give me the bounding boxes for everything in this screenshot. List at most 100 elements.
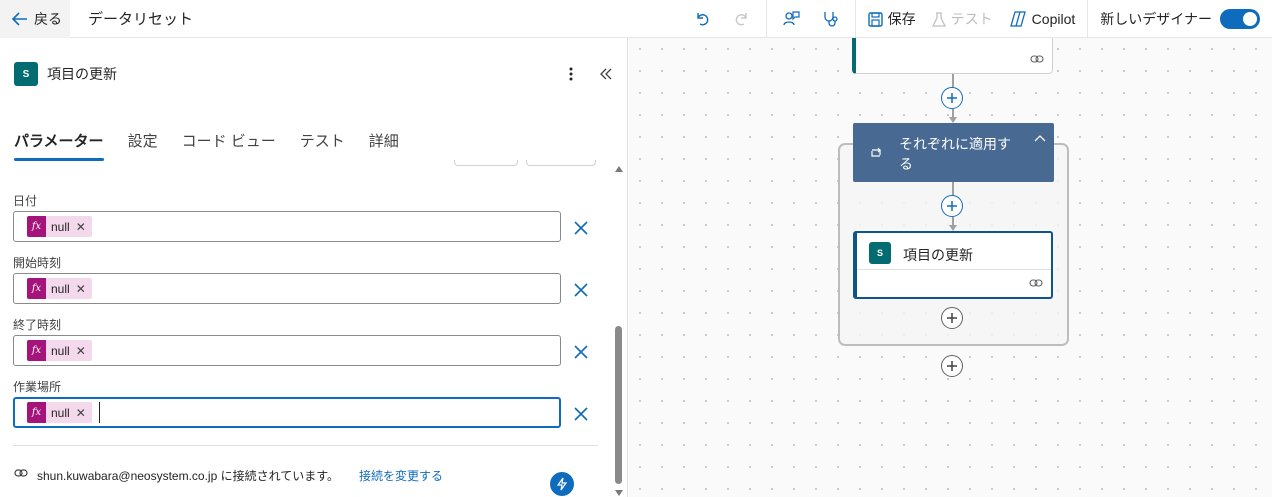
collapse-panel-icon[interactable] bbox=[596, 64, 616, 84]
previous-action-card[interactable] bbox=[852, 38, 1053, 74]
action-details-panel: S 項目の更新 パラメーター 設定 コード ビュー テスト 詳細 日付 fx n… bbox=[0, 38, 628, 497]
field-label-start-time: 開始時刻 bbox=[13, 256, 62, 270]
beaker-icon bbox=[931, 11, 946, 27]
scroll-down-arrow[interactable] bbox=[615, 490, 623, 496]
plus-icon bbox=[947, 201, 957, 211]
loop-icon bbox=[871, 147, 881, 157]
remove-token-icon[interactable]: ✕ bbox=[76, 282, 86, 296]
footer-divider bbox=[13, 445, 598, 446]
token-value: null bbox=[51, 281, 70, 296]
start-time-input[interactable]: fx null ✕ bbox=[13, 273, 561, 304]
remove-token-icon[interactable]: ✕ bbox=[76, 220, 86, 234]
expression-token[interactable]: fx null ✕ bbox=[27, 402, 92, 423]
work-location-input[interactable]: fx null ✕ bbox=[13, 397, 561, 428]
back-button[interactable]: 戻る bbox=[0, 0, 70, 38]
redo-button[interactable] bbox=[722, 0, 762, 38]
flow-checker-button[interactable] bbox=[771, 0, 811, 38]
tab-details[interactable]: 詳細 bbox=[369, 130, 399, 161]
back-label: 戻る bbox=[34, 10, 62, 27]
panel-scrollbar[interactable] bbox=[612, 162, 626, 497]
close-icon bbox=[574, 345, 588, 359]
stethoscope-icon bbox=[824, 12, 838, 27]
plus-icon bbox=[947, 93, 957, 103]
test-label: テスト bbox=[950, 11, 993, 27]
arrow-left-icon bbox=[12, 11, 27, 26]
expression-token[interactable]: fx null ✕ bbox=[27, 278, 92, 299]
end-time-input[interactable]: fx null ✕ bbox=[13, 335, 561, 366]
card-divider bbox=[857, 269, 1051, 270]
close-icon bbox=[574, 283, 588, 297]
copilot-icon bbox=[1009, 11, 1026, 27]
scroll-up-arrow[interactable] bbox=[615, 166, 623, 172]
tab-parameters[interactable]: パラメーター bbox=[14, 130, 104, 161]
top-bar: 戻る データリセット 保存 テスト Copilot 新しいデザイナー bbox=[0, 0, 1272, 38]
partially-scrolled-button[interactable] bbox=[526, 160, 596, 166]
remove-token-icon[interactable]: ✕ bbox=[76, 344, 86, 358]
connection-status: shun.kuwabara@neosystem.co.jp に接続されています。 bbox=[37, 469, 340, 483]
fx-icon: fx bbox=[27, 340, 46, 361]
new-designer-label: 新しいデザイナー bbox=[1100, 11, 1212, 27]
tab-settings[interactable]: 設定 bbox=[128, 130, 158, 161]
sharepoint-icon: S bbox=[869, 242, 891, 264]
save-label: 保存 bbox=[887, 11, 916, 27]
more-options-icon[interactable] bbox=[563, 64, 579, 84]
panel-header: S 項目の更新 bbox=[14, 62, 117, 86]
panel-title: 項目の更新 bbox=[47, 66, 117, 82]
person-feedback-icon bbox=[783, 11, 800, 26]
add-step-in-loop-button[interactable] bbox=[941, 195, 963, 217]
token-value: null bbox=[51, 343, 70, 358]
expression-token[interactable]: fx null ✕ bbox=[27, 216, 92, 237]
add-step-button[interactable] bbox=[941, 87, 963, 109]
clear-field-button[interactable] bbox=[571, 342, 591, 362]
foreach-action-card[interactable]: それぞれに適用する bbox=[853, 123, 1054, 182]
test-button[interactable]: テスト bbox=[924, 0, 1001, 38]
text-caret bbox=[98, 402, 100, 423]
flow-canvas[interactable]: それぞれに適用する S 項目の更新 bbox=[629, 38, 1272, 497]
add-step-in-loop-button[interactable] bbox=[941, 307, 963, 329]
clear-field-button[interactable] bbox=[571, 218, 591, 238]
partially-scrolled-button[interactable] bbox=[454, 160, 518, 166]
save-button[interactable]: 保存 bbox=[860, 0, 924, 38]
close-icon bbox=[574, 407, 588, 421]
plus-icon bbox=[947, 313, 957, 323]
expression-token[interactable]: fx null ✕ bbox=[27, 340, 92, 361]
tab-testing[interactable]: テスト bbox=[300, 130, 345, 161]
undo-button[interactable] bbox=[682, 0, 722, 38]
toolbar-separator bbox=[854, 0, 856, 38]
remove-token-icon[interactable]: ✕ bbox=[76, 406, 86, 420]
redo-icon bbox=[735, 13, 747, 26]
token-value: null bbox=[51, 405, 70, 420]
toolbar-separator bbox=[765, 0, 767, 38]
field-label-date: 日付 bbox=[13, 194, 38, 208]
clear-field-button[interactable] bbox=[571, 404, 591, 424]
flow-connector bbox=[952, 182, 954, 196]
fx-icon: fx bbox=[27, 216, 46, 237]
quick-action-button[interactable] bbox=[550, 472, 574, 496]
panel-tabs: パラメーター 設定 コード ビュー テスト 詳細 bbox=[14, 130, 423, 161]
change-connection-link[interactable]: 接続を変更する bbox=[359, 467, 443, 484]
tab-code-view[interactable]: コード ビュー bbox=[182, 130, 276, 161]
fx-icon: fx bbox=[27, 402, 46, 423]
clear-field-button[interactable] bbox=[571, 280, 591, 300]
link-icon bbox=[14, 467, 28, 482]
copilot-button[interactable]: Copilot bbox=[1001, 0, 1084, 38]
undo-icon bbox=[696, 13, 709, 26]
flow-connector bbox=[952, 74, 954, 88]
health-check-button[interactable] bbox=[811, 0, 851, 38]
copilot-label: Copilot bbox=[1031, 11, 1076, 27]
plus-icon bbox=[947, 361, 957, 371]
scroll-thumb[interactable] bbox=[615, 326, 622, 484]
chevron-up-icon[interactable] bbox=[1034, 134, 1046, 142]
date-input[interactable]: fx null ✕ bbox=[13, 211, 561, 242]
close-icon bbox=[574, 221, 588, 235]
add-step-button[interactable] bbox=[941, 355, 963, 377]
new-designer-toggle-area: 新しいデザイナー bbox=[1092, 0, 1272, 38]
link-icon bbox=[1030, 52, 1044, 67]
toolbar-separator bbox=[1087, 0, 1089, 38]
new-designer-toggle[interactable] bbox=[1220, 9, 1260, 29]
token-value: null bbox=[51, 219, 70, 234]
lightning-icon bbox=[556, 477, 568, 491]
update-item-card[interactable]: S 項目の更新 bbox=[853, 231, 1053, 299]
field-label-work-location: 作業場所 bbox=[13, 380, 62, 394]
update-item-title: 項目の更新 bbox=[903, 247, 973, 263]
